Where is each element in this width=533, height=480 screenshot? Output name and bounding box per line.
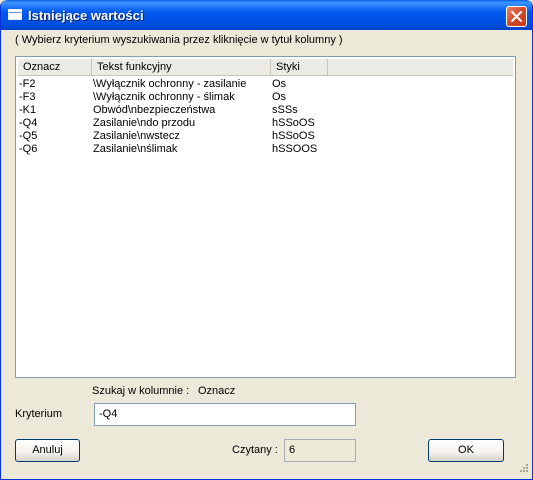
cell-styki: sSSs <box>272 104 298 116</box>
search-column-value: Oznacz <box>198 385 236 397</box>
resize-grip-icon[interactable] <box>517 463 529 475</box>
cell-styki: hSSoOS <box>272 130 315 142</box>
list-item[interactable]: -Q6 Zasilanie\nślimak hSSOOS <box>18 143 513 156</box>
cell-styki: Os <box>272 78 287 90</box>
list-item[interactable]: -Q5 Zasilanie\nwstecz hSSoOS <box>18 130 513 143</box>
values-list[interactable]: Oznacz Tekst funkcyjny Styki -F2 \Wyłącz… <box>15 56 516 378</box>
cell-styki: Os <box>272 91 287 103</box>
column-header-styki[interactable]: Styki <box>271 59 328 76</box>
close-button[interactable] <box>506 6 527 27</box>
cancel-button[interactable]: Anuluj <box>15 439 80 462</box>
close-icon <box>511 11 522 22</box>
cell-tekst: Zasilanie\nwstecz <box>93 130 180 142</box>
criterion-input[interactable]: -Q4 <box>94 403 356 426</box>
cell-oznacz: -Q6 <box>19 143 38 155</box>
read-count-field: 6 <box>284 439 356 462</box>
cell-tekst: Zasilanie\ndo przodu <box>93 117 196 129</box>
read-count-label: Czytany : <box>232 444 278 456</box>
list-item[interactable]: -K1 Obwód\nbezpieczeństwa sSSs <box>18 104 513 117</box>
column-header-empty <box>328 59 513 76</box>
list-item[interactable]: -F3 \Wyłącznik ochronny - ślimak Os <box>18 91 513 104</box>
ok-button[interactable]: OK <box>428 439 504 462</box>
cell-oznacz: -K1 <box>19 104 37 116</box>
window-icon <box>8 9 22 20</box>
cell-oznacz: -F3 <box>19 91 36 103</box>
cell-tekst: \Wyłącznik ochronny - ślimak <box>93 91 235 103</box>
cell-tekst: \Wyłącznik ochronny - zasilanie <box>93 78 247 90</box>
list-header: Oznacz Tekst funkcyjny Styki <box>18 59 513 76</box>
cell-styki: hSSoOS <box>272 117 315 129</box>
instruction-text: ( Wybierz kryterium wyszukiwania przez k… <box>15 34 343 46</box>
column-header-oznacz[interactable]: Oznacz <box>18 59 92 76</box>
cell-tekst: Zasilanie\nślimak <box>93 143 178 155</box>
cell-oznacz: -F2 <box>19 78 36 90</box>
list-item[interactable]: -F2 \Wyłącznik ochronny - zasilanie Os <box>18 78 513 91</box>
cell-tekst: Obwód\nbezpieczeństwa <box>93 104 216 116</box>
cell-oznacz: -Q5 <box>19 130 38 142</box>
dialog-window: Istniejące wartości ( Wybierz kryterium … <box>0 0 533 480</box>
list-rows: -F2 \Wyłącznik ochronny - zasilanie Os -… <box>18 78 513 156</box>
cell-styki: hSSOOS <box>272 143 318 155</box>
cell-oznacz: -Q4 <box>19 117 38 129</box>
column-header-tekst[interactable]: Tekst funkcyjny <box>92 59 271 76</box>
window-title: Istniejące wartości <box>28 8 144 23</box>
criterion-label: Kryterium <box>15 408 63 420</box>
title-bar[interactable]: Istniejące wartości <box>1 0 532 30</box>
search-column-label: Szukaj w kolumnie : <box>92 385 190 397</box>
list-item[interactable]: -Q4 Zasilanie\ndo przodu hSSoOS <box>18 117 513 130</box>
